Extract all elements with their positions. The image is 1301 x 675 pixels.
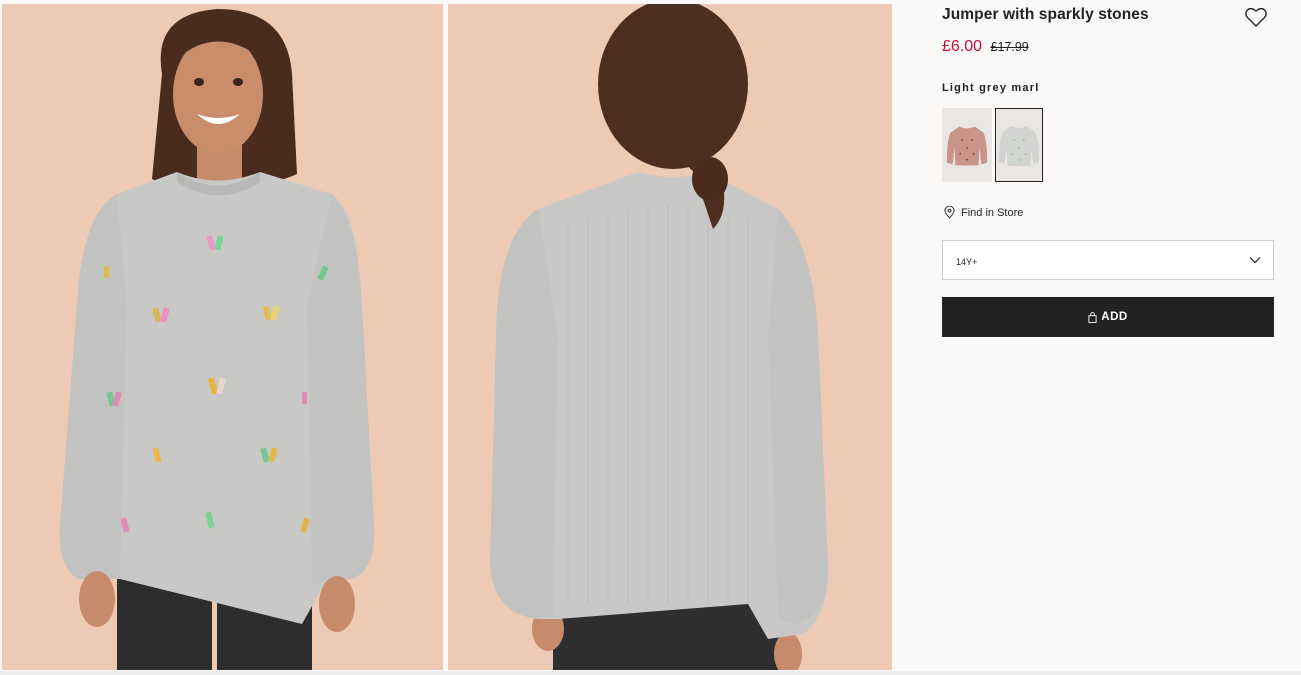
find-in-store-label: Find in Store bbox=[961, 206, 1024, 219]
color-swatches bbox=[942, 108, 1043, 182]
page-bottom-edge bbox=[0, 671, 1301, 675]
find-in-store-link[interactable]: Find in Store bbox=[944, 206, 1023, 219]
color-swatch-pink[interactable] bbox=[942, 108, 992, 182]
heart-icon[interactable] bbox=[1244, 6, 1268, 28]
product-gallery bbox=[0, 0, 893, 671]
sale-price: £6.00 bbox=[942, 38, 983, 55]
size-select[interactable]: 14Y+ bbox=[942, 240, 1274, 280]
add-to-bag-button[interactable]: ADD bbox=[942, 297, 1274, 337]
original-price: £17.99 bbox=[990, 40, 1029, 54]
selected-color-label: Light grey marl bbox=[942, 82, 1040, 94]
back-model-illustration bbox=[448, 4, 892, 670]
add-button-label: ADD bbox=[1101, 311, 1128, 323]
size-select-value: 14Y+ bbox=[956, 257, 978, 267]
shopping-bag-icon bbox=[1088, 311, 1097, 323]
color-swatch-light-grey-marl[interactable] bbox=[995, 108, 1043, 182]
location-pin-icon bbox=[944, 206, 955, 219]
chevron-down-icon bbox=[1249, 257, 1261, 264]
product-image-back[interactable] bbox=[448, 4, 892, 670]
price: £6.00 £17.99 bbox=[942, 38, 1029, 56]
front-model-illustration bbox=[2, 4, 443, 670]
product-image-front[interactable] bbox=[2, 4, 443, 670]
product-title: Jumper with sparkly stones bbox=[942, 6, 1149, 23]
